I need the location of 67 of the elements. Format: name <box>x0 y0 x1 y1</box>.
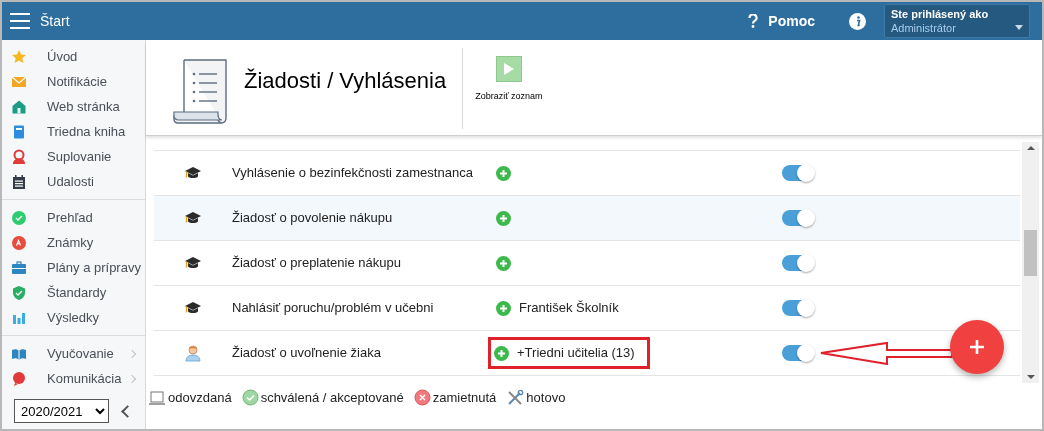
question-icon <box>748 14 759 28</box>
toggle-switch[interactable] <box>782 255 814 271</box>
add-recipient-icon[interactable] <box>494 345 509 361</box>
sidebar-item[interactable]: Notifikácie <box>2 69 145 94</box>
sidebar-item[interactable]: Web stránka <box>2 94 145 119</box>
legend-label: zamietnutá <box>432 389 497 407</box>
scrollbar[interactable] <box>1022 142 1039 383</box>
sidebar-item[interactable]: Vyučovanie <box>2 341 145 366</box>
calendar-icon <box>11 173 27 190</box>
sidebar-item[interactable]: Výsledky <box>2 305 145 330</box>
sidebar-item[interactable]: Suplovanie <box>2 144 145 169</box>
table-row[interactable]: Žiadosť o povolenie nákupu <box>154 196 1020 241</box>
caret-icon <box>1015 25 1023 30</box>
add-recipient-icon[interactable] <box>496 210 511 226</box>
add-recipient-icon[interactable] <box>496 165 511 181</box>
sidebar-item[interactable]: Prehľad <box>2 205 145 230</box>
legend-label: hotovo <box>526 389 566 407</box>
plus-icon <box>969 339 985 355</box>
graduation-cap-icon <box>184 301 202 315</box>
cross-circle-icon <box>413 389 431 407</box>
sidebar-item[interactable]: Štandardy <box>2 280 145 305</box>
add-recipient-icon[interactable] <box>496 255 511 271</box>
star-icon <box>11 48 27 65</box>
recipient-label: František Školník <box>519 299 619 318</box>
house-icon <box>11 98 27 115</box>
grade-circle-icon <box>11 234 27 251</box>
toggle-switch[interactable] <box>782 300 814 316</box>
play-icon <box>495 56 522 82</box>
tools-icon <box>506 388 525 407</box>
request-name: Žiadosť o preplatenie nákupu <box>232 254 402 273</box>
request-name: Nahlásiť poruchu/problém v učebni <box>232 299 435 318</box>
sidebar-item[interactable]: Udalosti <box>2 169 145 194</box>
user-menu[interactable]: Ste prihlásený ako Administrátor <box>884 4 1030 38</box>
check-circle-icon <box>11 209 27 226</box>
briefcase-icon <box>11 259 27 276</box>
add-recipient-icon[interactable] <box>496 300 511 316</box>
toggle-switch[interactable] <box>782 210 814 226</box>
sidebar-item[interactable]: Plány a prípravy <box>2 255 145 280</box>
recipient-label: +Triedni učitelia (13) <box>517 344 635 363</box>
student-icon <box>185 344 201 362</box>
toggle-switch[interactable] <box>782 345 814 361</box>
help-button[interactable]: Pomoc <box>748 10 815 32</box>
info-icon[interactable] <box>849 12 866 30</box>
graduation-cap-icon <box>184 256 202 270</box>
shield-icon <box>11 284 27 301</box>
legend-label: odovzdaná <box>168 389 232 407</box>
laptop-icon <box>148 389 166 406</box>
request-name: Žiadosť o uvoľnenie žiaka <box>232 344 382 363</box>
page-title: Žiadosti / Vyhlásenia <box>244 67 447 95</box>
sidebar-item[interactable]: Komunikácia <box>2 366 145 391</box>
app-title: Štart <box>40 11 70 31</box>
person-icon <box>11 148 27 165</box>
sidebar-item[interactable]: Známky <box>2 230 145 255</box>
show-list-button[interactable]: Zobraziť zoznam <box>475 56 543 104</box>
book-icon <box>11 123 27 140</box>
chat-icon <box>11 370 27 387</box>
legend-label: schválená / akceptované <box>260 389 404 407</box>
sidebar-item[interactable]: Triedna kniha <box>2 119 145 144</box>
request-name: Vyhlásenie o bezinfekčnosti zamestnanca <box>232 164 474 183</box>
graduation-cap-icon <box>184 166 202 180</box>
graduation-cap-icon <box>184 211 202 225</box>
toggle-switch[interactable] <box>782 165 814 181</box>
request-name: Žiadosť o povolenie nákupu <box>232 209 394 228</box>
year-select[interactable]: 2020/2021 <box>14 399 109 423</box>
check-circle-icon <box>241 389 259 407</box>
sidebar-item[interactable]: Úvod <box>2 44 145 69</box>
menu-icon[interactable] <box>10 13 30 29</box>
